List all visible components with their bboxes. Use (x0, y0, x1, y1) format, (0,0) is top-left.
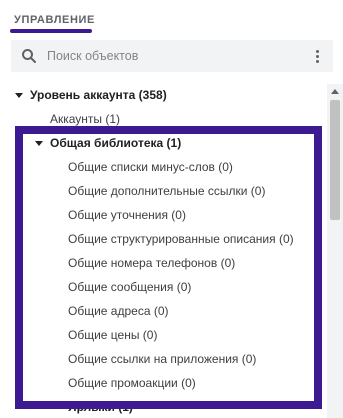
vertical-scrollbar[interactable] (327, 84, 343, 418)
tree-item-shared-prices[interactable]: Общие цены (0) (68, 324, 157, 346)
tree-item-label: Аккаунты (1) (50, 112, 121, 126)
tree-item-label: Общие ссылки на приложения (0) (68, 352, 257, 366)
tree-item-label: Общие уточнения (0) (68, 208, 186, 222)
tree-item-labels[interactable]: Ярлыки (1) (68, 396, 133, 418)
object-tree: Уровень аккаунта (358) Аккаунты (1) Обща… (0, 84, 327, 418)
scroll-thumb[interactable] (330, 100, 340, 220)
tree-item-label: Ярлыки (1) (68, 400, 133, 414)
search-icon (22, 49, 36, 63)
tree-item-label: Общие номера телефонов (0) (68, 256, 236, 270)
tree-item-shared-callouts[interactable]: Общие уточнения (0) (68, 204, 186, 226)
search-box (11, 40, 333, 72)
tree-item-label: Общие дополнительные ссылки (0) (68, 184, 266, 198)
tree-item-shared-app-links[interactable]: Общие ссылки на приложения (0) (68, 348, 256, 370)
tree-item-label: Общие структурированные описания (0) (68, 232, 294, 246)
tree-item-shared-sitelinks[interactable]: Общие дополнительные ссылки (0) (68, 180, 265, 202)
tree-item-shared-structured-snippets[interactable]: Общие структурированные описания (0) (68, 228, 294, 250)
search-input[interactable] (47, 40, 297, 72)
tree-item-label: Общие адреса (0) (68, 304, 169, 318)
tree-item-shared-promotions[interactable]: Общие промоакции (0) (68, 372, 196, 394)
tree-item-label: Общие сообщения (0) (68, 280, 192, 294)
tree-item-label: Уровень аккаунта (358) (30, 88, 167, 102)
expand-caret-icon[interactable] (15, 93, 23, 98)
tree-item-accounts[interactable]: Аккаунты (1) (50, 108, 120, 130)
tree-item-label: Общие списки минус-слов (0) (68, 160, 233, 174)
expand-caret-icon[interactable] (35, 141, 43, 146)
tree-item-label: Общие промоакции (0) (68, 376, 196, 390)
scroll-up-arrow-icon[interactable] (331, 89, 339, 94)
tree-item-shared-library[interactable]: Общая библиотека (1) (35, 132, 182, 154)
tree-item-shared-phone-numbers[interactable]: Общие номера телефонов (0) (68, 252, 235, 274)
tree-item-shared-messages[interactable]: Общие сообщения (0) (68, 276, 191, 298)
more-options-icon[interactable] (309, 48, 325, 64)
section-underline (10, 29, 92, 33)
tree-item-shared-addresses[interactable]: Общие адреса (0) (68, 300, 169, 322)
tree-item-shared-negative-lists[interactable]: Общие списки минус-слов (0) (68, 156, 233, 178)
section-title: УПРАВЛЕНИЕ (14, 14, 95, 26)
tree-item-account-level[interactable]: Уровень аккаунта (358) (15, 84, 167, 106)
tree-item-label: Общие цены (0) (68, 328, 158, 342)
tree-item-label: Общая библиотека (1) (50, 136, 182, 150)
